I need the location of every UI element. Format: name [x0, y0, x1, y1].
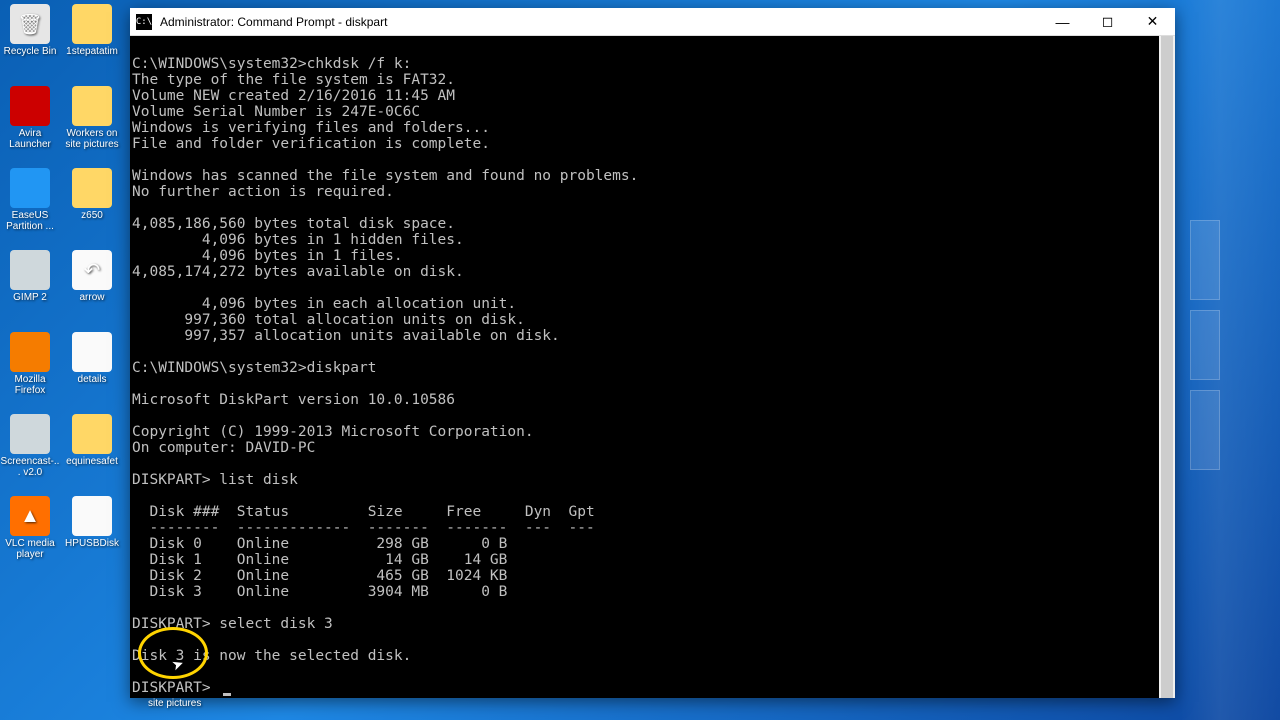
- desktop-icon-label: Screencast-... v2.0: [0, 456, 60, 478]
- desktop-icon-image: [10, 168, 50, 208]
- command-prompt-window: C:\ Administrator: Command Prompt - disk…: [130, 8, 1175, 698]
- desktop-icon-image: [10, 250, 50, 290]
- desktop-icon[interactable]: 1stepatatim: [62, 4, 122, 82]
- desktop-icon-label: Recycle Bin: [0, 46, 60, 57]
- desktop-icon-image: [72, 86, 112, 126]
- desktop-icon-image: ↶: [72, 250, 112, 290]
- desktop-icon[interactable]: GIMP 2: [0, 250, 60, 328]
- desktop-icon-label: Mozilla Firefox: [0, 374, 60, 396]
- terminal-output[interactable]: C:\WINDOWS\system32>chkdsk /f k: The typ…: [130, 36, 1175, 698]
- desktop-icon[interactable]: z650: [62, 168, 122, 246]
- desktop-icon-label: 1stepatatim: [62, 46, 122, 57]
- desktop-icon-image: [72, 4, 112, 44]
- desktop-icon-image: [72, 332, 112, 372]
- minimize-button[interactable]: —: [1040, 8, 1085, 35]
- desktop-icon-label: Avira Launcher: [0, 128, 60, 150]
- stray-desktop-label: site pictures: [148, 698, 201, 709]
- desktop-icon[interactable]: Screencast-... v2.0: [0, 414, 60, 492]
- desktop-icon[interactable]: ↶ arrow: [62, 250, 122, 328]
- titlebar[interactable]: C:\ Administrator: Command Prompt - disk…: [130, 8, 1175, 36]
- desktop-icon[interactable]: Workers on site pictures: [62, 86, 122, 164]
- terminal-cursor: [223, 693, 231, 696]
- wallpaper-right-edge: [1180, 0, 1280, 720]
- desktop-icon-image: 🗑: [10, 4, 50, 44]
- desktop-icon-label: VLC media player: [0, 538, 60, 560]
- desktop-icon-image: [72, 168, 112, 208]
- desktop-icon[interactable]: equinesafet: [62, 414, 122, 492]
- maximize-button[interactable]: ◻: [1085, 8, 1130, 35]
- close-button[interactable]: ✕: [1130, 8, 1175, 35]
- desktop-icon[interactable]: ▲VLC media player: [0, 496, 60, 574]
- desktop-icon[interactable]: Mozilla Firefox: [0, 332, 60, 410]
- desktop-icon-label: GIMP 2: [0, 292, 60, 303]
- desktop-icon-image: [72, 414, 112, 454]
- cmd-icon: C:\: [136, 14, 152, 30]
- desktop-icon-image: ▲: [10, 496, 50, 536]
- desktop-icon[interactable]: details: [62, 332, 122, 410]
- desktop-icon-label: z650: [62, 210, 122, 221]
- desktop-icon-image: [10, 414, 50, 454]
- desktop-icon-image: [72, 496, 112, 536]
- desktop-icon-label: arrow: [62, 292, 122, 303]
- desktop-icon[interactable]: Avira Launcher: [0, 86, 60, 164]
- scrollbar-thumb[interactable]: [1161, 36, 1173, 698]
- desktop-icon-image: [10, 332, 50, 372]
- desktop-icon-label: EaseUS Partition ...: [0, 210, 60, 232]
- desktop-icon-label: equinesafet: [62, 456, 122, 467]
- desktop-icon-label: HPUSBDisk: [62, 538, 122, 549]
- desktop-icon[interactable]: 🗑 Recycle Bin: [0, 4, 60, 82]
- desktop-icon-label: Workers on site pictures: [62, 128, 122, 150]
- scrollbar[interactable]: [1159, 36, 1175, 698]
- desktop-icon-image: [10, 86, 50, 126]
- desktop-icon[interactable]: EaseUS Partition ...: [0, 168, 60, 246]
- window-controls: — ◻ ✕: [1040, 8, 1175, 35]
- desktop-icon[interactable]: HPUSBDisk: [62, 496, 122, 574]
- desktop-icon-label: details: [62, 374, 122, 385]
- window-title: Administrator: Command Prompt - diskpart: [160, 15, 1040, 29]
- desktop-area: 🗑 Recycle Bin1stepatatim Avira LauncherWor…: [0, 0, 130, 720]
